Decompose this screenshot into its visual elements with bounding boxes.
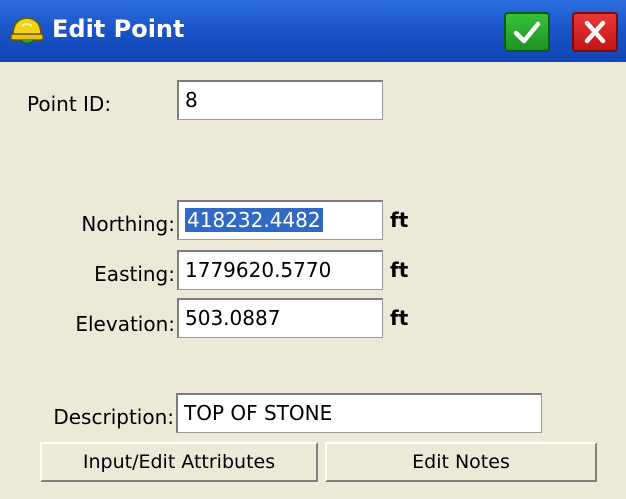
description-label: Description: [53, 405, 174, 429]
point-id-label: Point ID: [27, 92, 112, 116]
easting-field[interactable]: 1779620.5770 [177, 250, 383, 290]
northing-unit: ft [390, 208, 409, 232]
point-id-field[interactable]: 8 [177, 80, 383, 120]
northing-label: Northing: [81, 212, 175, 236]
window-title: Edit Point [52, 15, 185, 43]
elevation-field[interactable]: 503.0887 [177, 298, 383, 338]
ok-button[interactable] [504, 12, 550, 52]
edit-notes-button[interactable]: Edit Notes [325, 442, 597, 482]
input-edit-attributes-button[interactable]: Input/Edit Attributes [40, 442, 318, 482]
easting-label: Easting: [94, 262, 175, 286]
easting-unit: ft [390, 258, 409, 282]
elevation-unit: ft [390, 306, 409, 330]
hardhat-icon [10, 13, 44, 49]
elevation-label: Elevation: [75, 312, 175, 336]
northing-field[interactable]: 418232.4482 [177, 200, 383, 240]
title-bar: Edit Point [0, 0, 626, 62]
description-field[interactable]: TOP OF STONE [176, 393, 542, 433]
northing-value: 418232.4482 [185, 208, 323, 232]
close-button[interactable] [572, 12, 618, 52]
edit-point-window: Edit Point Point ID: 8 Northing: 418232.… [0, 0, 626, 499]
